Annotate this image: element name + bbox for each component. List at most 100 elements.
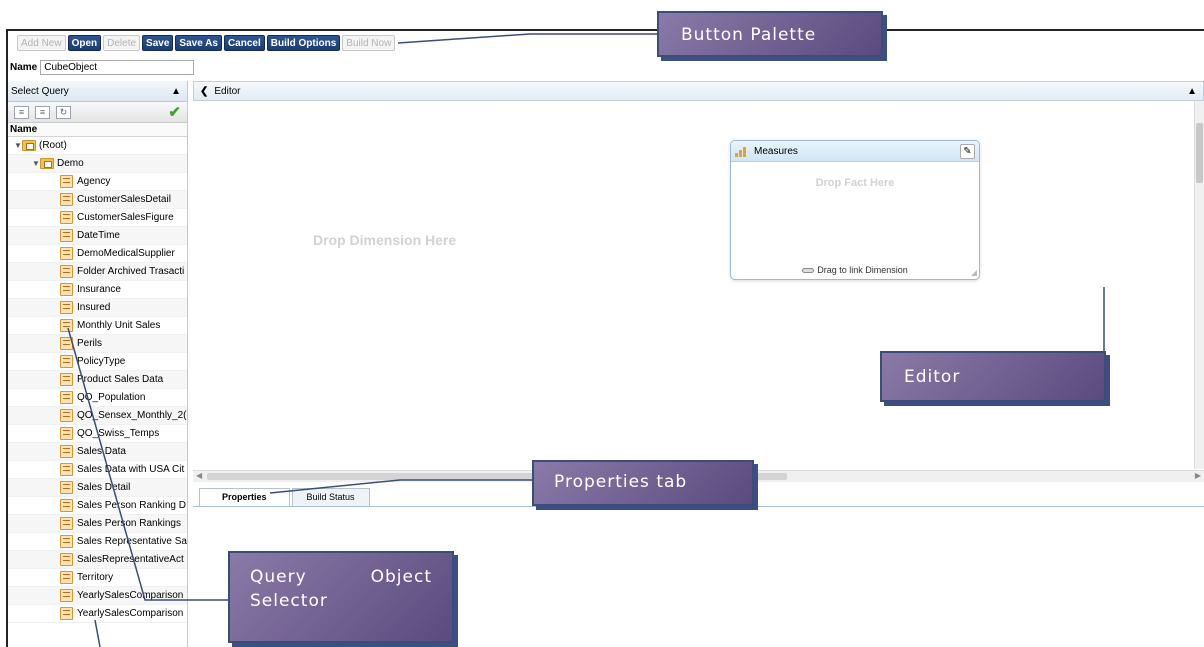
- tree-item[interactable]: Folder Archived Trasacti: [8, 263, 187, 281]
- detail-view-icon[interactable]: ≡: [35, 105, 50, 119]
- tree-item-label: QO_Sensex_Monthly_2(: [77, 410, 187, 421]
- vertical-scrollbar[interactable]: [1194, 101, 1204, 469]
- chevron-left-icon[interactable]: ❮: [200, 86, 208, 97]
- tree-item-label: CustomerSalesDetail: [77, 194, 171, 205]
- query-object-icon: [60, 409, 73, 422]
- query-object-icon: [60, 589, 73, 602]
- drop-fact-zone[interactable]: Drop Fact Here: [731, 177, 979, 189]
- tree-item-label: Territory: [77, 572, 114, 583]
- cancel-button[interactable]: Cancel: [223, 35, 265, 51]
- query-object-icon: [60, 553, 73, 566]
- query-tree: ▼ (Root) ▼ Demo Agency CustomerSalesDeta…: [8, 137, 187, 623]
- query-object-icon: [60, 175, 73, 188]
- tree-item[interactable]: QO_Swiss_Temps: [8, 425, 187, 443]
- tab-build-status[interactable]: Build Status: [291, 488, 370, 506]
- tree-item[interactable]: Perils: [8, 335, 187, 353]
- tree-item[interactable]: DemoMedicalSupplier: [8, 245, 187, 263]
- callout-word: Selector: [250, 591, 328, 611]
- query-object-selector: Select Query ▲ ≡ ≡ ↻ ✔ Name ▼ (Root) ▼ D…: [8, 81, 188, 647]
- tree-item[interactable]: Sales Person Rankings: [8, 515, 187, 533]
- tab-properties[interactable]: Properties: [199, 488, 290, 506]
- query-object-icon: [60, 463, 73, 476]
- collapse-icon[interactable]: ▲: [171, 86, 181, 97]
- tree-item[interactable]: CustomerSalesFigure: [8, 209, 187, 227]
- build-now-button[interactable]: Build Now: [342, 35, 396, 51]
- query-object-icon: [60, 355, 73, 368]
- name-column-header[interactable]: Name: [8, 123, 187, 137]
- tree-folder-demo[interactable]: ▼ Demo: [8, 155, 187, 173]
- collapse-icon[interactable]: ▲: [1187, 86, 1197, 97]
- editor-header[interactable]: ❮ Editor ▲: [193, 81, 1204, 101]
- tree-item[interactable]: Agency: [8, 173, 187, 191]
- build-options-button[interactable]: Build Options: [266, 35, 341, 51]
- tree-item[interactable]: PolicyType: [8, 353, 187, 371]
- measures-title-bar: Measures ✎: [731, 141, 979, 162]
- tree-item-label: Monthly Unit Sales: [77, 320, 161, 331]
- drop-dimension-zone[interactable]: Drop Dimension Here: [313, 232, 456, 248]
- tree-item[interactable]: Territory: [8, 569, 187, 587]
- select-query-header[interactable]: Select Query ▲: [8, 81, 187, 102]
- resize-grip-icon[interactable]: ◢: [971, 268, 977, 277]
- tree-item[interactable]: Insured: [8, 299, 187, 317]
- tree-item[interactable]: Product Sales Data: [8, 371, 187, 389]
- query-object-icon: [60, 571, 73, 584]
- scroll-left-arrow-icon[interactable]: ◀: [196, 471, 202, 480]
- query-object-icon: [60, 193, 73, 206]
- tree-item-label: DemoMedicalSupplier: [77, 248, 175, 259]
- callout-word: Object: [370, 567, 432, 587]
- tree-item[interactable]: DateTime: [8, 227, 187, 245]
- tree-item[interactable]: Insurance: [8, 281, 187, 299]
- tree-item-label: SalesRepresentativeAct: [77, 554, 184, 565]
- measures-box[interactable]: Measures ✎ Drop Fact Here Drag to link D…: [730, 140, 980, 280]
- tree-item[interactable]: Sales Detail: [8, 479, 187, 497]
- tree-item[interactable]: Monthly Unit Sales: [8, 317, 187, 335]
- checkmark-icon[interactable]: ✔: [168, 103, 181, 121]
- editor-title: Editor: [214, 85, 241, 97]
- query-object-icon: [60, 211, 73, 224]
- tree-item-label: YearlySalesComparison: [77, 608, 184, 619]
- frame-top-border: [6, 29, 1204, 31]
- save-as-button[interactable]: Save As: [175, 35, 222, 51]
- tree-item[interactable]: Sales Data with USA Cit: [8, 461, 187, 479]
- list-view-icon[interactable]: ≡: [14, 105, 29, 119]
- scroll-thumb[interactable]: [1196, 123, 1203, 183]
- tree-item[interactable]: Sales Data: [8, 443, 187, 461]
- editor-canvas[interactable]: Drop Dimension Here: [193, 101, 1204, 469]
- query-object-icon: [60, 427, 73, 440]
- name-row: Name: [10, 60, 195, 75]
- query-object-icon: [60, 499, 73, 512]
- tree-item[interactable]: QO_Population: [8, 389, 187, 407]
- tree-item[interactable]: Sales Representative Sa: [8, 533, 187, 551]
- query-object-icon: [60, 535, 73, 548]
- tree-item-label: QO_Swiss_Temps: [77, 428, 160, 439]
- name-label: Name: [10, 62, 38, 73]
- scroll-right-arrow-icon[interactable]: ▶: [1195, 471, 1201, 480]
- tree-item[interactable]: YearlySalesComparison: [8, 605, 187, 623]
- button-palette: Add New Open Delete Save Save As Cancel …: [17, 35, 396, 51]
- refresh-icon[interactable]: ↻: [56, 105, 71, 119]
- tree-item-label: Insured: [77, 302, 111, 313]
- measures-title: Measures: [754, 145, 798, 157]
- save-button[interactable]: Save: [142, 35, 174, 51]
- query-object-icon: [60, 247, 73, 260]
- add-new-button[interactable]: Add New: [17, 35, 66, 51]
- tree-item-label: Sales Detail: [77, 482, 131, 493]
- open-button[interactable]: Open: [67, 35, 102, 51]
- tree-item-label: Insurance: [77, 284, 121, 295]
- tree-item-label: Product Sales Data: [77, 374, 164, 385]
- tree-root[interactable]: ▼ (Root): [8, 137, 187, 155]
- bar-chart-icon: [735, 146, 749, 157]
- tree-item[interactable]: QO_Sensex_Monthly_2(: [8, 407, 187, 425]
- tree-item[interactable]: CustomerSalesDetail: [8, 191, 187, 209]
- expand-arrow-icon[interactable]: ▼: [14, 141, 22, 150]
- edit-pencil-icon[interactable]: ✎: [960, 143, 975, 159]
- delete-button[interactable]: Delete: [103, 35, 141, 51]
- tree-item-label: Folder Archived Trasacti: [77, 266, 185, 277]
- drag-link-handle[interactable]: Drag to link Dimension: [731, 265, 979, 275]
- tree-item[interactable]: YearlySalesComparison: [8, 587, 187, 605]
- name-input[interactable]: [40, 60, 195, 75]
- tree-item[interactable]: Sales Person Ranking D: [8, 497, 187, 515]
- expand-arrow-icon[interactable]: ▼: [32, 159, 40, 168]
- tree-item[interactable]: SalesRepresentativeAct: [8, 551, 187, 569]
- query-object-icon: [60, 337, 73, 350]
